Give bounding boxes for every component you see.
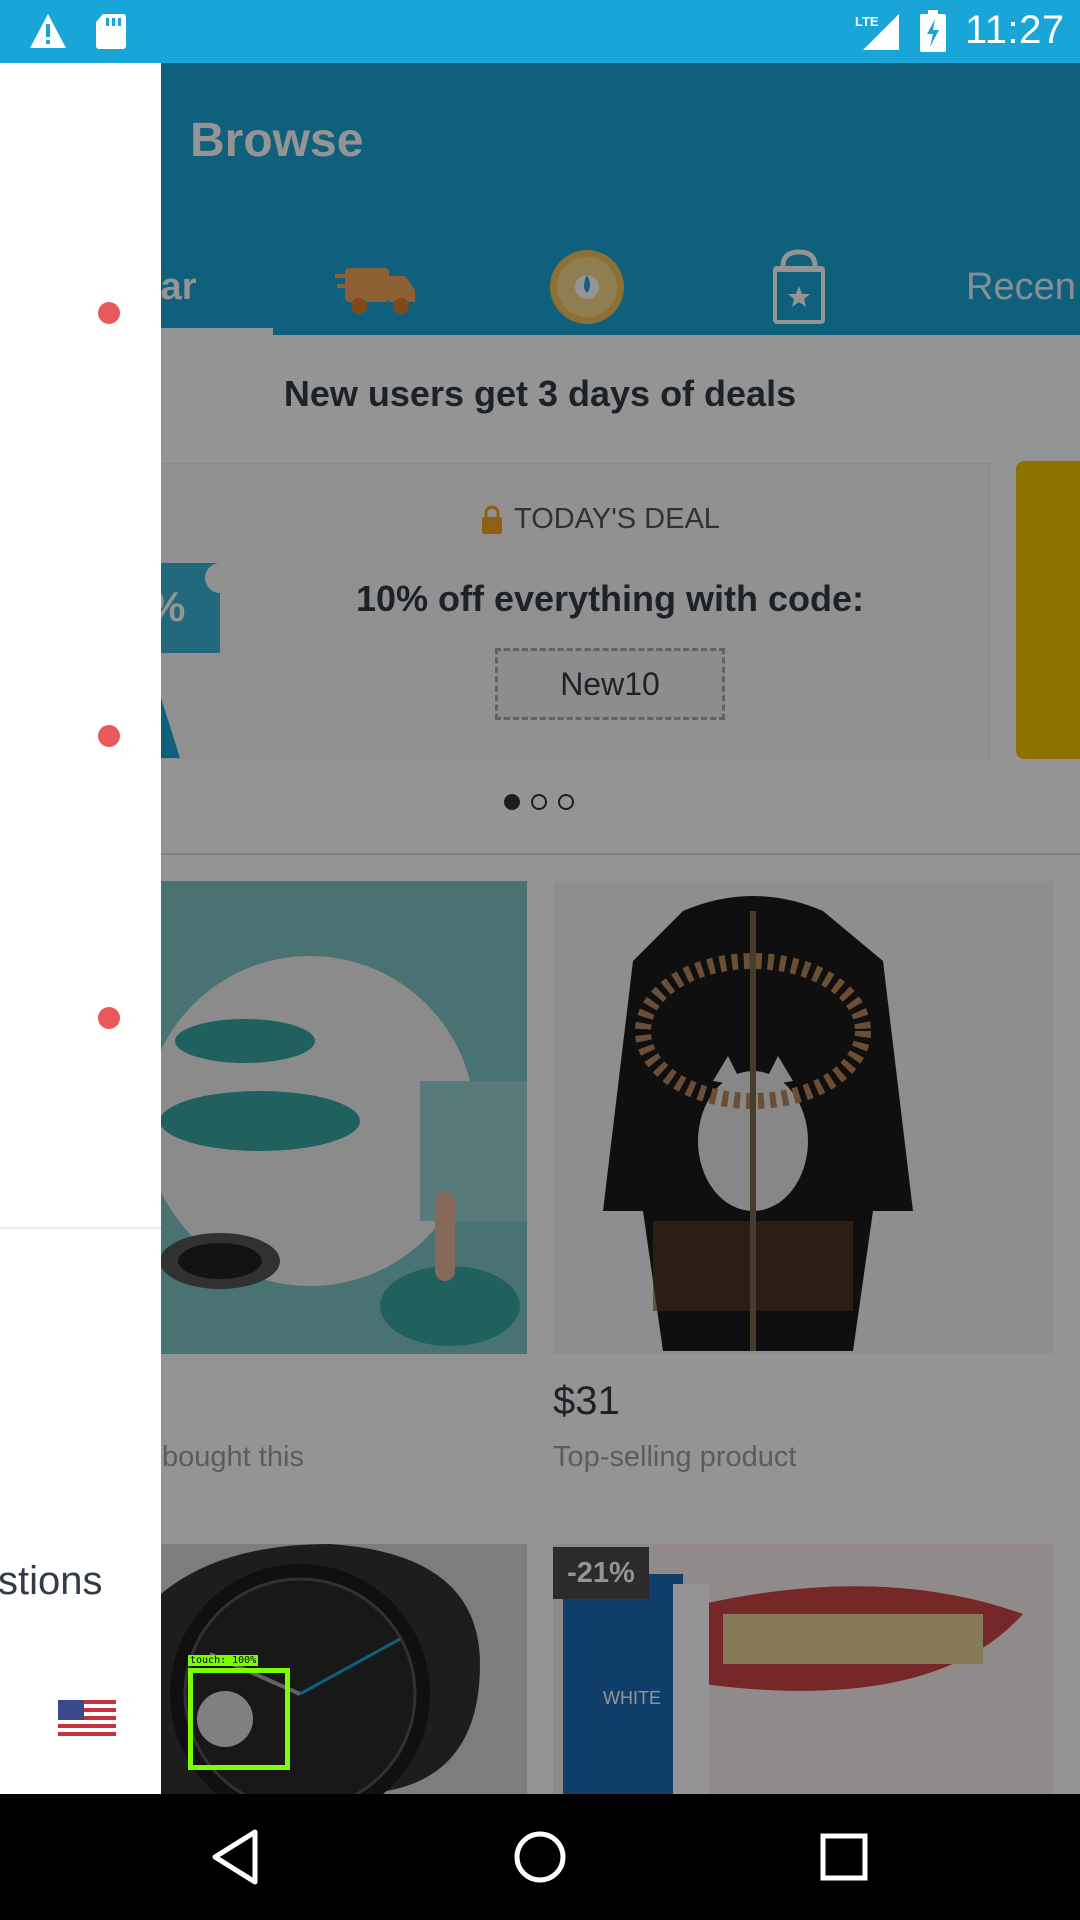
notification-dot [98,302,120,324]
battery-charging-icon [920,10,946,52]
touch-indicator [188,1668,290,1770]
home-icon[interactable] [509,1826,571,1888]
recents-icon[interactable] [813,1826,875,1888]
drawer-divider [0,1227,161,1229]
notification-dot [98,725,120,747]
drawer-scrim[interactable] [0,63,1080,1794]
system-nav-bar [0,1794,1080,1920]
warning-icon [30,14,66,48]
back-icon[interactable] [205,1826,267,1888]
notification-dot [98,1007,120,1029]
status-bar: LTE 11:27 [0,0,1080,63]
svg-text:LTE: LTE [855,14,879,29]
drawer-item-questions[interactable]: stions [0,1559,103,1604]
touch-indicator-label: touch: 100% [188,1655,259,1666]
clock: 11:27 [965,8,1065,52]
sd-card-icon [96,14,126,49]
app-screen: Browse lar Recen New users get 3 days of… [0,63,1080,1794]
navigation-drawer: stions [0,63,161,1794]
us-flag-icon[interactable] [58,1700,116,1740]
lte-signal-icon: LTE [855,14,899,50]
